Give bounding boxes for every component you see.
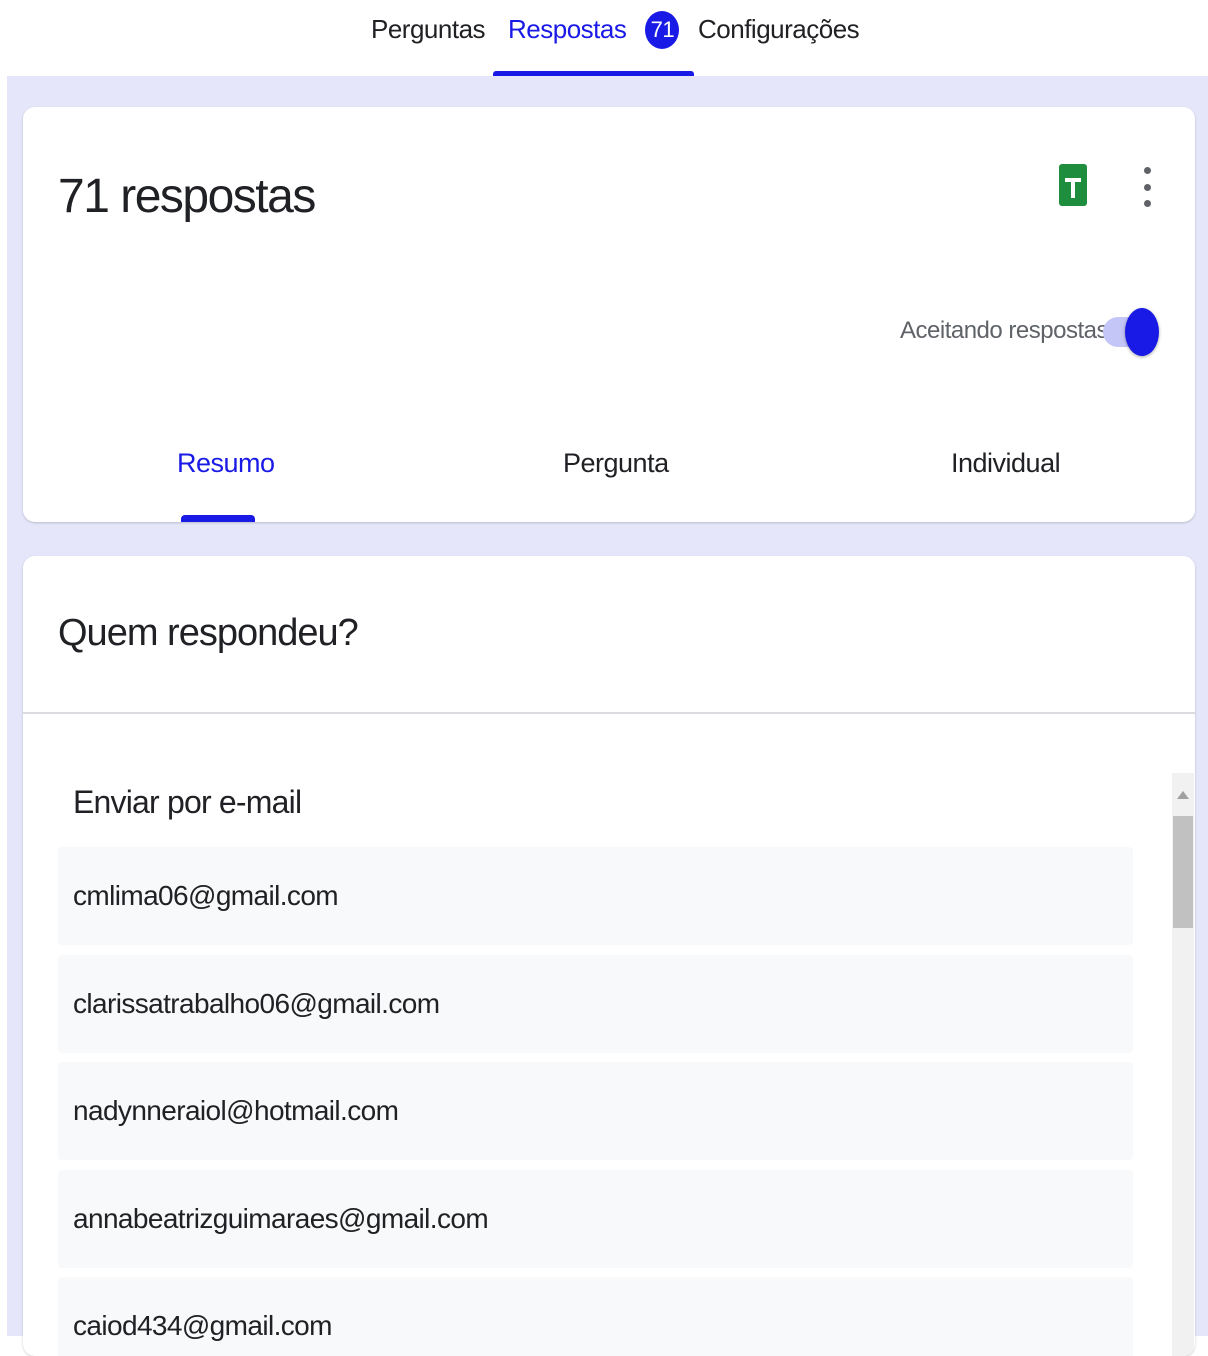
responses-count-title: 71 respostas [58, 170, 316, 223]
scrollbar-thumb[interactable] [1173, 816, 1193, 928]
tab-respostas-label: Respostas [508, 14, 627, 44]
responses-count-badge: 71 [645, 11, 680, 49]
active-subtab-indicator [181, 515, 255, 522]
scroll-up-arrow-icon[interactable] [1172, 784, 1194, 806]
tab-resumo[interactable]: Resumo [177, 448, 275, 479]
accepting-responses-toggle[interactable] [1101, 307, 1161, 357]
tab-individual[interactable]: Individual [951, 448, 1061, 479]
more-vert-icon[interactable] [1133, 165, 1161, 209]
respondents-title: Quem respondeu? [58, 612, 359, 654]
email-list-heading: Enviar por e-mail [73, 784, 302, 820]
responses-summary-card: 71 respostas Aceitando respostas Resumo … [23, 107, 1195, 522]
tab-perguntas[interactable]: Perguntas [371, 14, 486, 76]
tab-perguntas-label: Perguntas [371, 14, 486, 44]
divider [23, 712, 1195, 714]
tab-pergunta[interactable]: Pergunta [563, 448, 669, 479]
toggle-thumb [1125, 308, 1159, 356]
accepting-responses-label: Aceitando respostas [900, 317, 1108, 344]
more-dot [1143, 167, 1151, 174]
top-nav: Perguntas Respostas 71 Configurações [0, 0, 1208, 76]
tab-configuracoes-label: Configurações [698, 14, 860, 44]
more-dot [1143, 183, 1151, 191]
tab-respostas[interactable]: Respostas 71 [493, 11, 695, 76]
respondents-card: Quem respondeu? Enviar por e-mail cmlima… [23, 556, 1195, 1356]
tab-configuracoes[interactable]: Configurações [698, 14, 860, 76]
google-sheets-icon[interactable] [1059, 164, 1087, 206]
more-dot [1143, 200, 1151, 207]
email-list-item[interactable]: clarissatrabalho06@gmail.com [58, 955, 1133, 1053]
email-list-item[interactable]: cmlima06@gmail.com [58, 847, 1133, 945]
email-list-item[interactable]: annabeatrizguimaraes@gmail.com [58, 1170, 1133, 1268]
email-list-item[interactable]: caiod434@gmail.com [58, 1277, 1133, 1356]
email-list-item[interactable]: nadynneraiol@hotmail.com [58, 1062, 1133, 1160]
